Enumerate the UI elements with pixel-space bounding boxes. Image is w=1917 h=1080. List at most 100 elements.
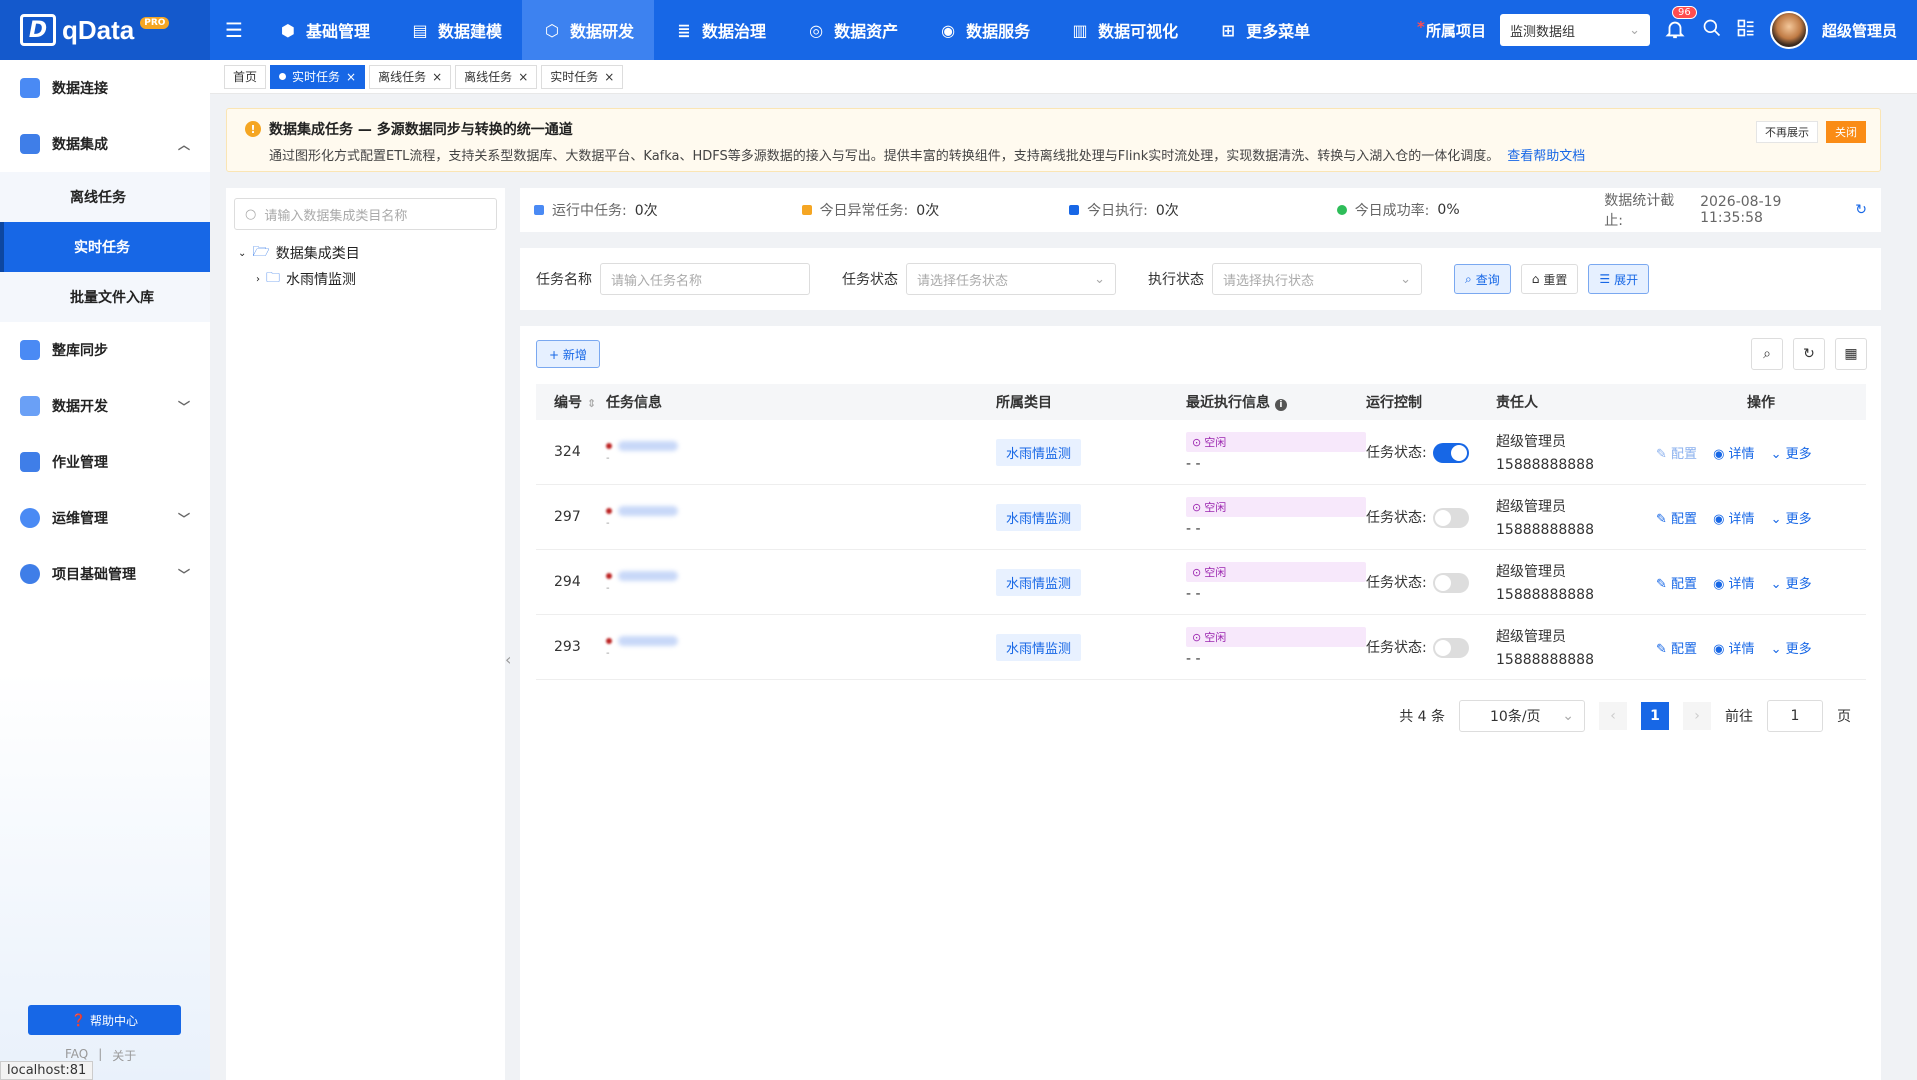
task-status-toggle[interactable] (1432, 442, 1469, 463)
nav-item-assets[interactable]: ◎ 数据资产 (786, 0, 918, 60)
avatar[interactable] (1769, 11, 1808, 49)
help-doc-link[interactable]: 查看帮助文档 (1507, 149, 1585, 164)
sidebar-item-dev[interactable]: 数据开发 ﹀ (0, 378, 210, 434)
tab-label: 实时任务 (550, 70, 599, 84)
tree-search-input[interactable]: ○ 请输入数据集成类目名称 (234, 198, 497, 230)
collapse-handle-icon[interactable]: ‹ (505, 650, 519, 669)
nav-item-governance[interactable]: ≣ 数据治理 (654, 0, 786, 60)
task-status-select[interactable]: 请选择任务状态 ⌄ (906, 263, 1116, 295)
add-task-button[interactable]: + 新增 (536, 340, 600, 368)
tree-child-label: 水雨情监测 (286, 272, 356, 288)
cube-icon: ⬢ (281, 20, 295, 40)
about-link[interactable]: 关于 (112, 1047, 136, 1064)
nav-item-more[interactable]: ⊞ 更多菜单 (1198, 0, 1330, 60)
columns-grid-icon[interactable]: ▦ (1835, 338, 1867, 370)
menu-toggle-icon[interactable]: ☰ (210, 18, 258, 42)
detail-button[interactable]: ◉ 详情 (1713, 443, 1755, 462)
query-icon: ⌕ (1465, 271, 1472, 286)
chevron-up-icon: ︿ (177, 137, 190, 152)
nav-item-dev[interactable]: ⬡ 数据研发 (522, 0, 655, 60)
close-icon[interactable]: × (432, 70, 442, 84)
help-center-button[interactable]: ❓ 帮助中心 (28, 1005, 181, 1035)
row-info[interactable]: - (606, 635, 996, 659)
close-icon[interactable]: × (346, 70, 356, 84)
refresh-icon[interactable]: ↻ (1793, 338, 1825, 370)
sidebar-item-db-sync[interactable]: 整库同步 (0, 322, 210, 378)
config-button[interactable]: ✎ 配置 (1656, 638, 1697, 657)
tab-offline-1[interactable]: 离线任务 × (369, 64, 452, 89)
owner-name: 超级管理员 (1496, 434, 1566, 450)
detail-button[interactable]: ◉ 详情 (1713, 573, 1755, 592)
layout-icon[interactable] (1736, 18, 1756, 42)
chevron-down-icon: ⌄ (1629, 22, 1640, 38)
sidebar-item-project[interactable]: 项目基础管理 ﹀ (0, 546, 210, 602)
config-button[interactable]: ✎ 配置 (1656, 573, 1697, 592)
tree-node-root[interactable]: ⌄ 🗁 数据集成类目 (226, 240, 505, 266)
current-page[interactable]: 1 (1641, 702, 1669, 730)
sidebar-sub-batch-file[interactable]: 批量文件入库 (0, 272, 210, 322)
task-status-toggle[interactable] (1432, 572, 1469, 593)
search-icon[interactable]: ⌕ (1751, 338, 1783, 370)
goto-page-input[interactable]: 1 (1767, 700, 1823, 732)
more-button[interactable]: ⌄ 更多 (1771, 443, 1812, 462)
logo[interactable]: D qData PRO (0, 0, 210, 60)
query-button[interactable]: ⌕ 查询 (1454, 264, 1511, 294)
refresh-icon[interactable]: ↻ (1855, 202, 1867, 218)
tab-offline-2[interactable]: 离线任务 × (455, 64, 538, 89)
task-status-toggle[interactable] (1432, 507, 1469, 528)
task-table-panel: + 新增 ⌕ ↻ ▦ 编号 ⇕ 任务信息 所属类目 最近执行信息 i 运行控制 … (520, 326, 1881, 1080)
info-icon[interactable]: i (1274, 399, 1287, 411)
next-page-icon[interactable]: › (1683, 702, 1711, 730)
row-owner: 超级管理员 15888888888 (1496, 561, 1656, 603)
sidebar-item-jobs[interactable]: 作业管理 (0, 434, 210, 490)
nav-item-service[interactable]: ◉ 数据服务 (918, 0, 1050, 60)
hide-notice-button[interactable]: 不再展示 (1756, 121, 1818, 143)
sort-icon[interactable]: ⇕ (587, 397, 596, 410)
more-button[interactable]: ⌄ 更多 (1771, 638, 1812, 657)
sidebar-item-integration[interactable]: 数据集成 ︿ (0, 116, 210, 172)
stamp-label: 数据统计截止: (1604, 193, 1675, 229)
col-id[interactable]: 编号 ⇕ (536, 392, 606, 412)
sidebar-sub-realtime[interactable]: 实时任务 (0, 222, 210, 272)
user-name[interactable]: 超级管理员 (1822, 20, 1897, 41)
detail-button[interactable]: ◉ 详情 (1713, 638, 1755, 657)
close-icon[interactable]: × (518, 70, 528, 84)
table-row: 324- 水雨情监测 ⊙ 空闲 - - 任务状态: 超级管理员 15888888888 ✎ 配置… (536, 420, 1866, 485)
sidebar-item-label: 数据集成 (52, 137, 108, 153)
task-status-toggle[interactable] (1432, 637, 1469, 658)
config-button[interactable]: ✎ 配置 (1656, 443, 1697, 462)
exec-status-select[interactable]: 请选择执行状态 ⌄ (1212, 263, 1422, 295)
row-info[interactable]: - (606, 505, 996, 529)
tab-home[interactable]: 首页 (224, 64, 267, 89)
main-nav: ⬢ 基础管理 ▤ 数据建模 ⬡ 数据研发 ≣ 数据治理 ◎ 数据资产 ◉ 数据服务 ▥ 数据可… (258, 0, 1330, 60)
reset-button[interactable]: ⌂ 重置 (1520, 264, 1579, 294)
sidebar-item-connection[interactable]: 数据连接 (0, 60, 210, 116)
sidebar-item-ops[interactable]: 运维管理 ﹀ (0, 490, 210, 546)
notification-bell-icon[interactable]: 96 (1664, 6, 1697, 42)
close-notice-button[interactable]: 关闭 (1826, 121, 1866, 143)
nav-item-basic[interactable]: ⬢ 基础管理 (258, 0, 390, 60)
expand-button[interactable]: ☰ 展开 (1588, 264, 1650, 294)
sidebar-sub-offline[interactable]: 离线任务 (0, 172, 210, 222)
row-info[interactable]: - (606, 570, 996, 594)
tab-realtime[interactable]: 实时任务 × (270, 64, 366, 89)
more-button[interactable]: ⌄ 更多 (1771, 508, 1812, 527)
tree-node-child[interactable]: › 🗀 水雨情监测 (226, 266, 505, 292)
sidebar-sub-label: 离线任务 (70, 190, 126, 206)
control-label: 任务状态: (1366, 639, 1427, 656)
dev-icon (20, 396, 40, 416)
nav-item-visual[interactable]: ▥ 数据可视化 (1050, 0, 1198, 60)
project-select[interactable]: 监测数据组 ⌄ (1499, 14, 1650, 46)
close-icon[interactable]: × (604, 70, 614, 84)
search-icon[interactable] (1702, 18, 1722, 42)
task-name-input[interactable]: 请输入任务名称 (600, 263, 810, 295)
config-button[interactable]: ✎ 配置 (1656, 508, 1697, 527)
nav-item-modeling[interactable]: ▤ 数据建模 (390, 0, 522, 60)
page-size-select[interactable]: 10条/页 ⌄ (1459, 700, 1585, 732)
tab-realtime-2[interactable]: 实时任务 × (541, 64, 624, 89)
row-info[interactable]: - (606, 440, 996, 464)
row-ops: ✎ 配置 ◉ 详情 ⌄ 更多 (1656, 508, 1866, 527)
detail-button[interactable]: ◉ 详情 (1713, 508, 1755, 527)
prev-page-icon[interactable]: ‹ (1599, 702, 1627, 730)
more-button[interactable]: ⌄ 更多 (1771, 573, 1812, 592)
